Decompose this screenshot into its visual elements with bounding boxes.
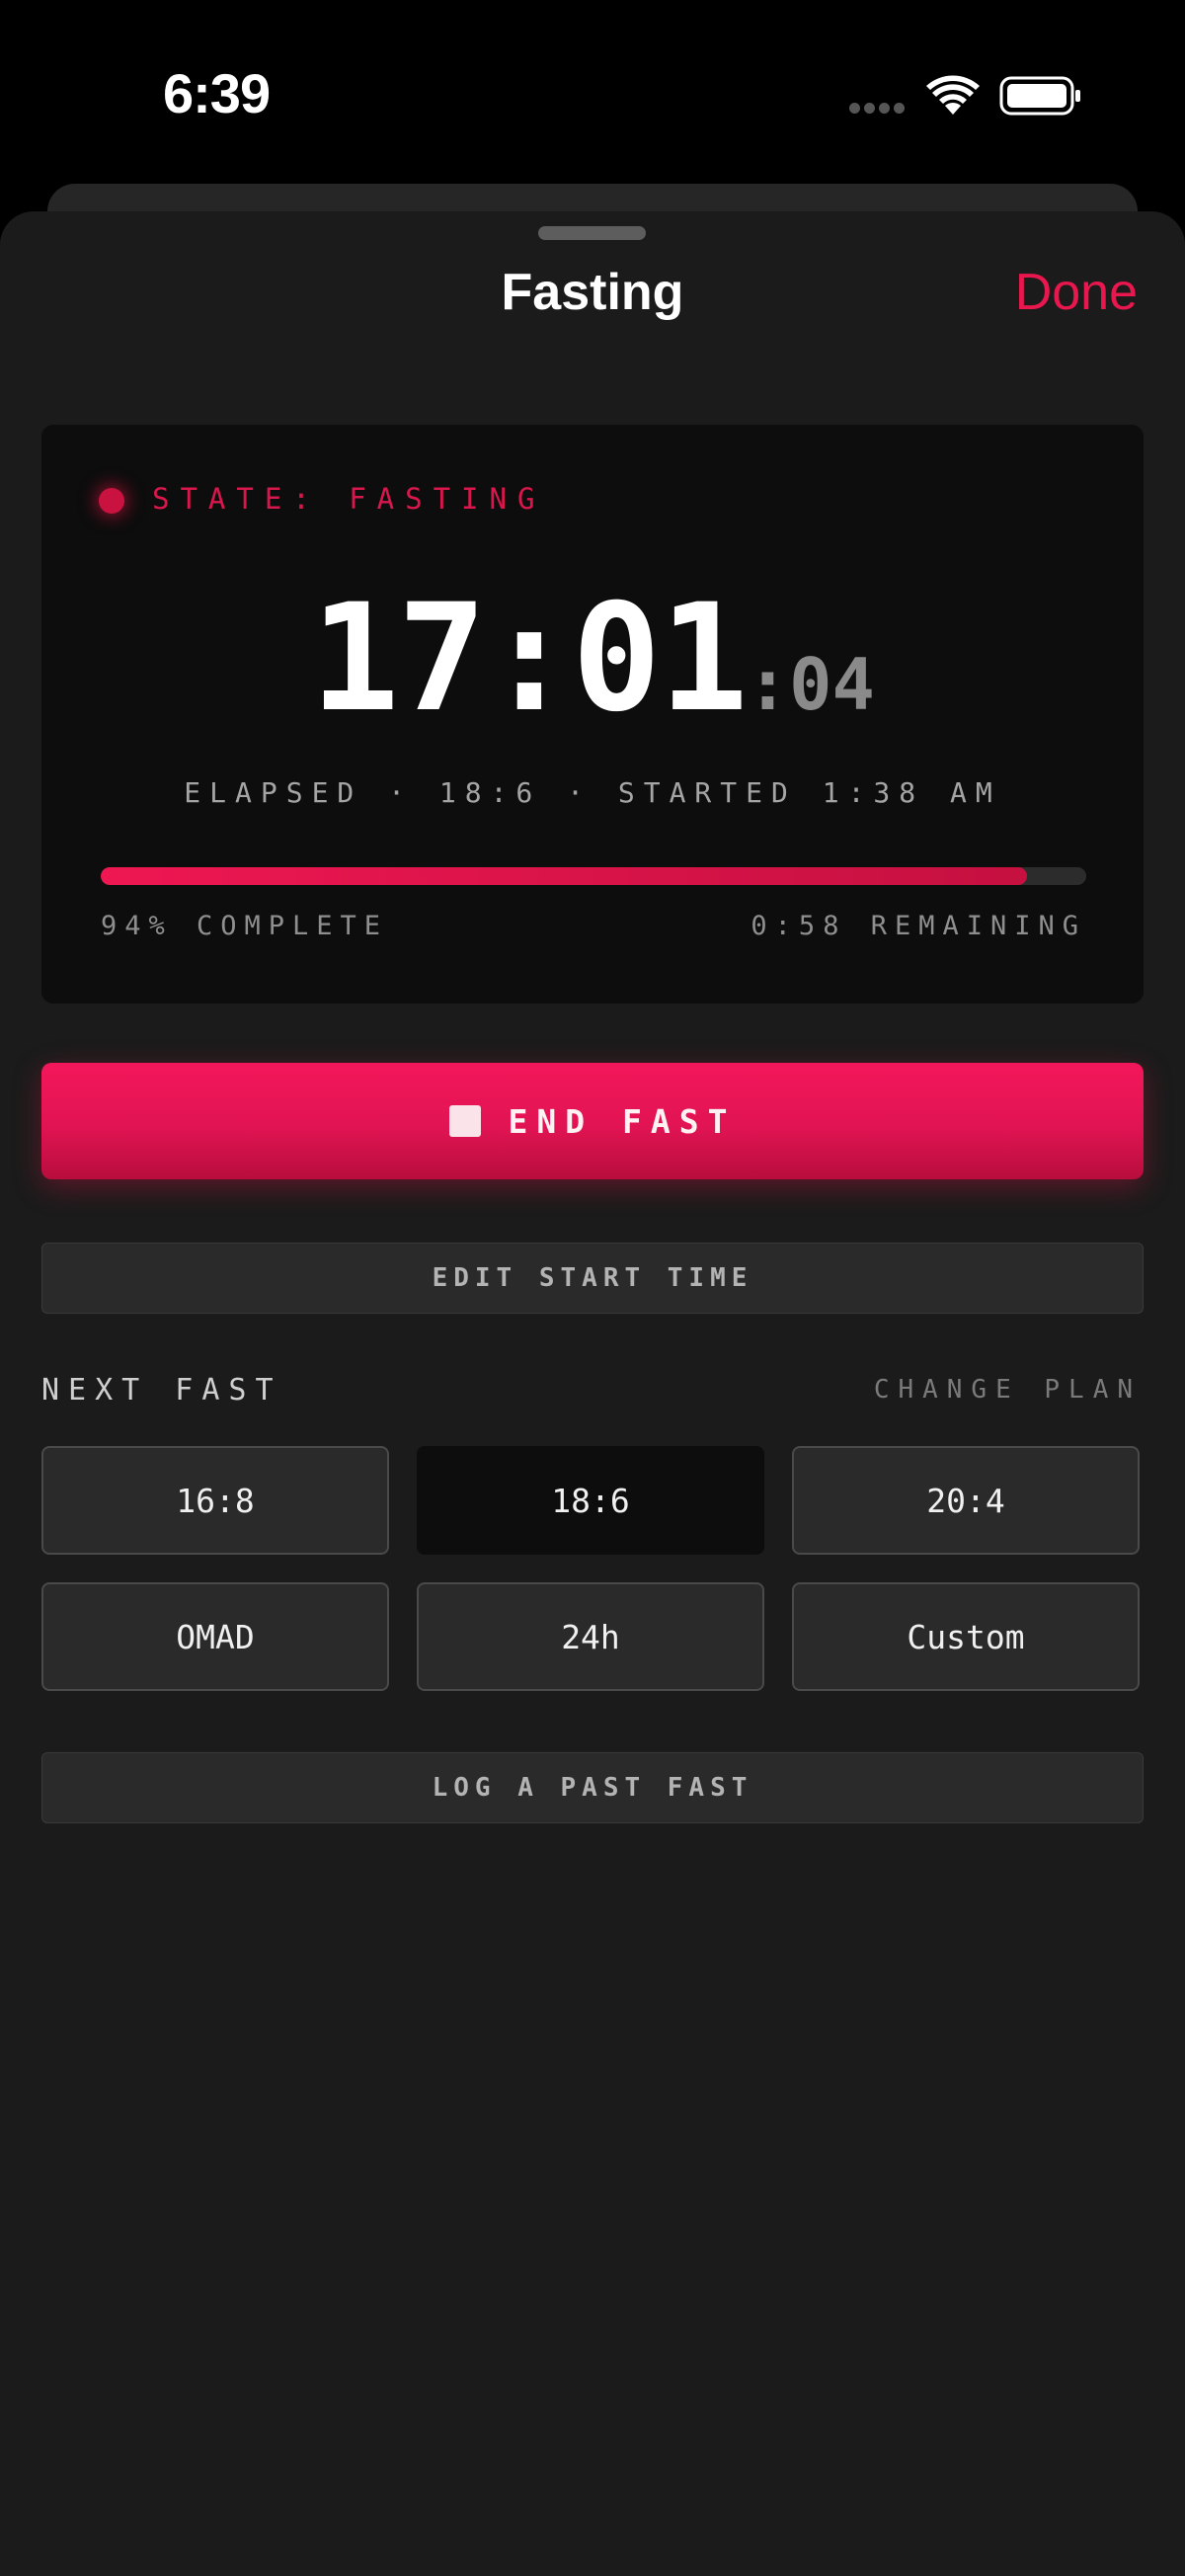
end-fast-label: END FAST <box>508 1101 737 1141</box>
wifi-icon <box>926 75 980 115</box>
plan-16-8[interactable]: 16:8 <box>41 1446 389 1555</box>
plan-20-4[interactable]: 20:4 <box>792 1446 1140 1555</box>
progress-percent: 94% COMPLETE <box>101 911 389 941</box>
stop-icon <box>448 1105 481 1137</box>
change-plan-link[interactable]: CHANGE PLAN <box>874 1375 1142 1405</box>
sheet-title: Fasting <box>501 264 684 321</box>
fasting-sheet: Fasting Done STATE: FASTING 17:01:04 ELA… <box>0 211 1185 2576</box>
status-time: 6:39 <box>163 62 271 124</box>
timer-hours-minutes: 17:01 <box>310 573 749 745</box>
progress-bar <box>101 867 1086 885</box>
log-past-fast-button[interactable]: LOG A PAST FAST <box>41 1752 1144 1823</box>
plan-custom[interactable]: Custom <box>792 1582 1140 1691</box>
progress-fill <box>101 867 1028 885</box>
state-label: STATE: FASTING <box>152 482 546 516</box>
end-fast-button[interactable]: END FAST <box>41 1063 1144 1179</box>
state-indicator-dot <box>99 488 124 514</box>
sheet-grabber[interactable] <box>538 226 646 240</box>
battery-icon <box>999 76 1080 116</box>
time-remaining: 0:58 REMAINING <box>750 911 1086 941</box>
plan-18-6[interactable]: 18:6 <box>417 1446 764 1555</box>
status-bar: 6:39 <box>0 0 1185 188</box>
edit-start-time-button[interactable]: EDIT START TIME <box>41 1243 1144 1314</box>
signal-icon <box>849 103 908 115</box>
timer-card: STATE: FASTING 17:01:04 ELAPSED · 18:6 ·… <box>41 425 1144 1004</box>
done-button[interactable]: Done <box>1015 263 1138 322</box>
next-fast-label: NEXT FAST <box>41 1373 282 1408</box>
plan-omad[interactable]: OMAD <box>41 1582 389 1691</box>
plan-24h[interactable]: 24h <box>417 1582 764 1691</box>
timer-seconds: :04 <box>746 643 875 726</box>
elapsed-info: ELAPSED · 18:6 · STARTED 1:38 AM <box>184 776 1001 809</box>
fast-timer: 17:01:04 <box>41 573 1144 745</box>
